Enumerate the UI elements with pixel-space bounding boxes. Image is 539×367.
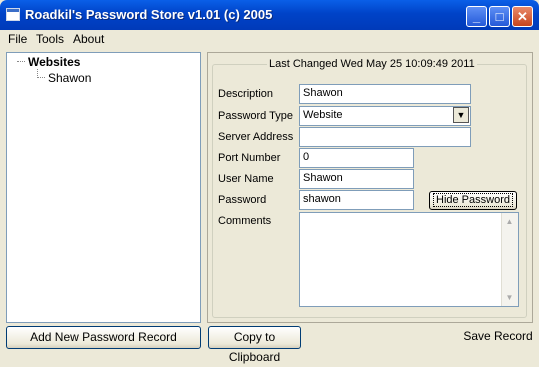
- scroll-up-icon[interactable]: ▲: [502, 214, 517, 229]
- minimize-button[interactable]: _: [466, 6, 487, 27]
- menu-tools[interactable]: Tools: [36, 32, 64, 46]
- add-record-button[interactable]: Add New Password Record: [6, 326, 201, 349]
- window-title: Roadkil's Password Store v1.01 (c) 2005: [25, 7, 273, 22]
- comments-field[interactable]: [299, 212, 519, 307]
- hide-password-label: Hide Password: [433, 193, 513, 207]
- menu-about[interactable]: About: [73, 32, 104, 46]
- port-number-label: Port Number: [218, 152, 281, 164]
- server-address-label: Server Address: [218, 131, 294, 143]
- menu-file[interactable]: File: [8, 32, 27, 46]
- user-name-label: User Name: [218, 173, 274, 185]
- user-name-field[interactable]: Shawon: [299, 169, 414, 189]
- comments-label: Comments: [218, 215, 272, 227]
- record-tree[interactable]: Websites Shawon: [6, 52, 201, 323]
- close-button[interactable]: ✕: [512, 6, 533, 27]
- copy-to-clipboard-button[interactable]: Copy to Clipboard: [208, 326, 301, 364]
- tree-node-websites[interactable]: Websites: [28, 55, 80, 69]
- hide-password-button[interactable]: Hide Password: [429, 191, 517, 210]
- server-address-field[interactable]: [299, 127, 471, 147]
- password-type-select[interactable]: Website: [299, 106, 471, 126]
- tree-node-shawon[interactable]: Shawon: [48, 71, 91, 85]
- description-field[interactable]: Shawon: [299, 84, 471, 104]
- chevron-down-icon[interactable]: ▼: [453, 107, 469, 123]
- port-number-field[interactable]: 0: [299, 148, 414, 168]
- password-label: Password: [218, 194, 267, 206]
- password-type-label: Password Type: [218, 110, 294, 122]
- save-record-button[interactable]: Save Record: [463, 326, 533, 349]
- maximize-button[interactable]: □: [489, 6, 510, 27]
- last-changed-label: Last Changed Wed May 25 10:09:49 2011: [267, 58, 477, 70]
- password-field[interactable]: shawon: [299, 190, 414, 210]
- tree-connector: [37, 77, 45, 78]
- app-icon: [6, 8, 20, 21]
- scroll-down-icon[interactable]: ▼: [502, 290, 517, 305]
- tree-connector: [17, 61, 25, 62]
- description-label: Description: [218, 88, 274, 100]
